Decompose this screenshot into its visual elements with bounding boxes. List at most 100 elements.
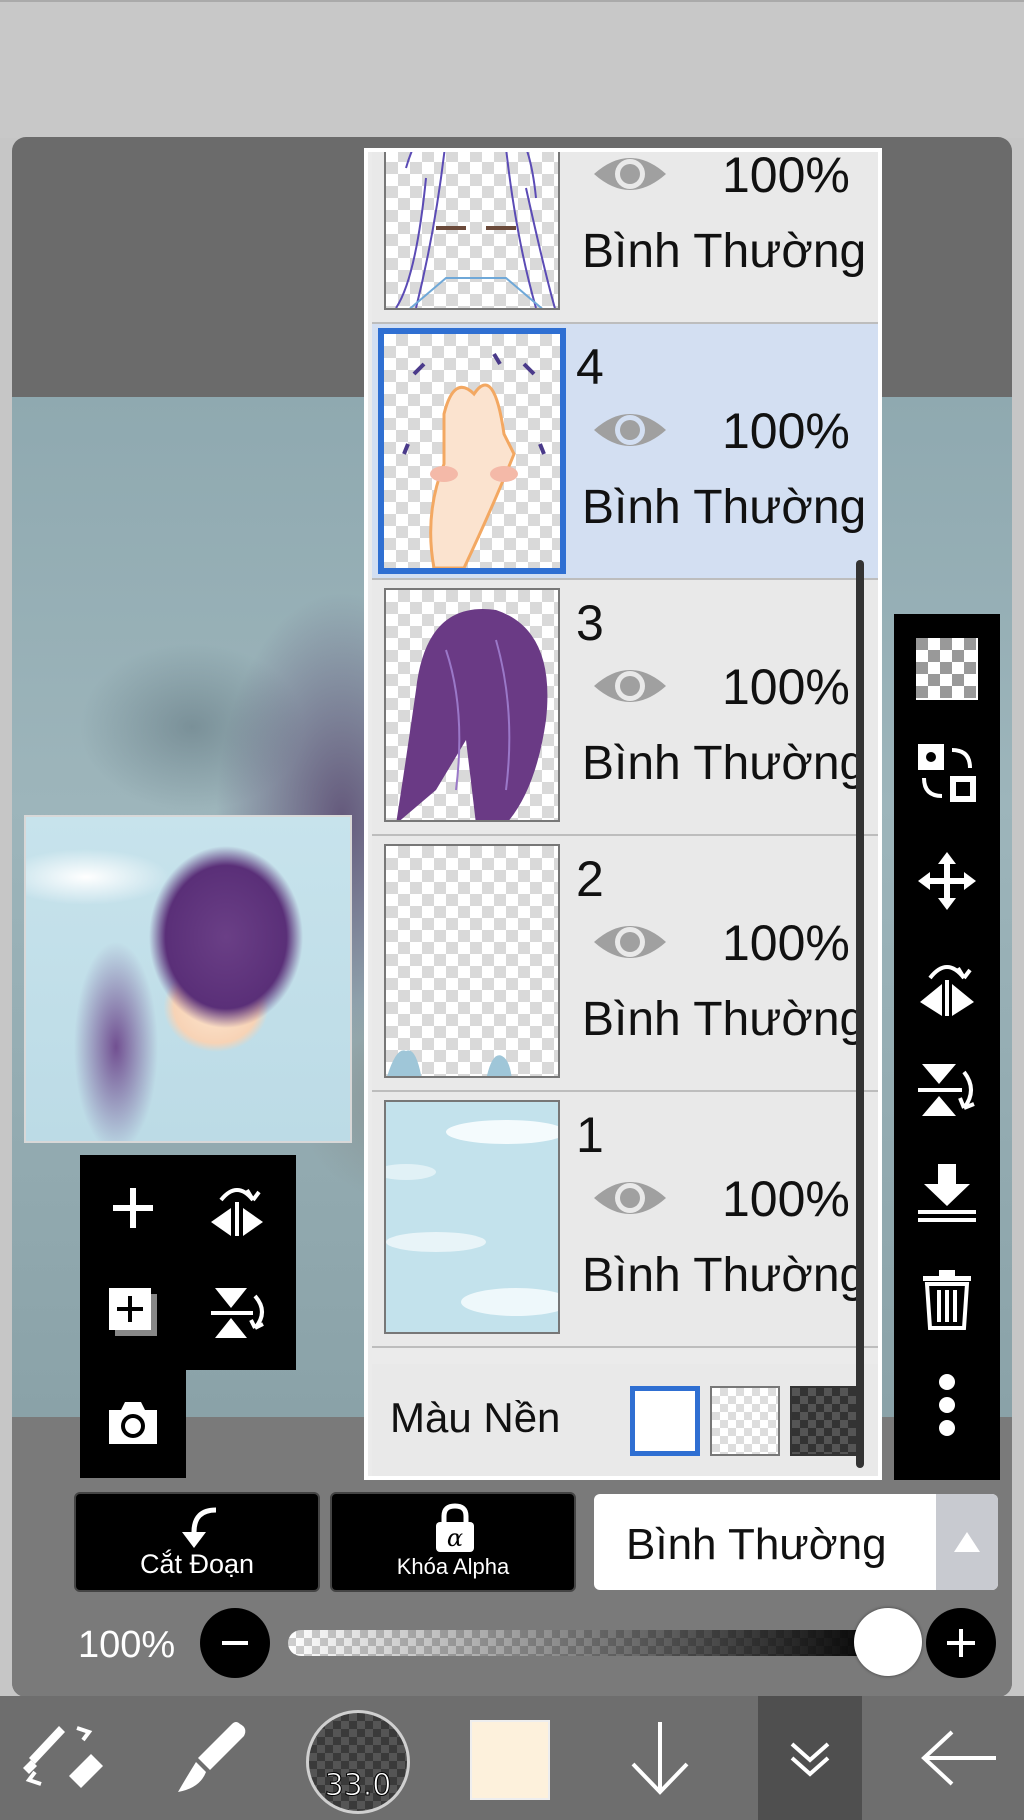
- layer-row[interactable]: 2 100% Bình Thường: [372, 836, 878, 1092]
- transparent-fill-button[interactable]: [902, 624, 992, 714]
- layer-row[interactable]: 100% Bình Thường: [372, 148, 878, 324]
- add-layer-button[interactable]: [88, 1163, 178, 1253]
- brush-size-value: 33.0: [324, 1768, 392, 1804]
- merge-down-icon: [918, 1164, 976, 1222]
- duplicate-layer-icon: [109, 1288, 157, 1336]
- opacity-slider-track[interactable]: [288, 1630, 890, 1656]
- blend-mode-value: Bình Thường: [626, 1520, 887, 1569]
- download-button[interactable]: [600, 1696, 720, 1820]
- layer-row[interactable]: 3 100% Bình Thường: [372, 580, 878, 836]
- more-options-button[interactable]: [902, 1360, 992, 1450]
- brush-size-button[interactable]: 33.0: [306, 1710, 410, 1814]
- layer-thumbnail: [384, 152, 560, 310]
- tool-switch-icon: [23, 1726, 103, 1788]
- layer-blend-mode: Bình Thường: [582, 481, 867, 534]
- alpha-lock-icon: α: [436, 1503, 474, 1552]
- trash-icon: [923, 1270, 971, 1330]
- layer-thumbnail: [384, 588, 560, 822]
- layer-number: 2: [576, 851, 604, 907]
- layer-number: 4: [576, 339, 604, 395]
- layer-opacity: 100%: [722, 1171, 850, 1227]
- plus-icon: [113, 1188, 153, 1228]
- back-arrow-icon: [921, 1730, 996, 1786]
- merge-down-button[interactable]: [902, 1148, 992, 1238]
- delete-layer-button[interactable]: [902, 1254, 992, 1344]
- flip-vertical-button[interactable]: [902, 1044, 992, 1134]
- visibility-eye-icon[interactable]: [592, 918, 668, 966]
- import-photo-button[interactable]: [88, 1378, 178, 1468]
- visibility-eye-icon[interactable]: [592, 1174, 668, 1222]
- flip-layer-vertical-button[interactable]: [192, 1267, 282, 1357]
- background-color-row: Màu Nền: [372, 1364, 878, 1476]
- layer-tools-toolbar: [894, 614, 1000, 1480]
- layer-number: 1: [576, 1107, 604, 1163]
- layer-row[interactable]: 1 100% Bình Thường: [372, 1092, 878, 1348]
- bg-transparent-swatch[interactable]: [710, 1386, 780, 1456]
- clipping-arrow-icon: [182, 1507, 217, 1548]
- camera-icon: [109, 1402, 157, 1444]
- flip-horizontal-icon: [211, 1188, 263, 1236]
- layer-opacity: 100%: [722, 659, 850, 715]
- add-copy-layer-button[interactable]: [88, 1267, 178, 1357]
- flip-vertical-icon: [211, 1288, 264, 1338]
- layer-thumbnail: [384, 844, 560, 1078]
- blend-mode-select[interactable]: Bình Thường: [594, 1494, 998, 1590]
- layer-mini-toolbar: [80, 1155, 296, 1370]
- back-button[interactable]: [900, 1696, 1020, 1820]
- visibility-eye-icon[interactable]: [592, 662, 668, 710]
- top-area: [0, 0, 1024, 138]
- minus-icon: [222, 1641, 248, 1645]
- blend-mode-dropdown-toggle[interactable]: [936, 1494, 998, 1590]
- double-chevron-down-icon: [790, 1742, 830, 1777]
- svg-text:α: α: [447, 1524, 463, 1552]
- canvas-preview-thumbnail: [24, 815, 352, 1143]
- flip-horizontal-icon: [920, 965, 974, 1016]
- background-color-label: Màu Nền: [390, 1394, 561, 1441]
- visibility-eye-icon[interactable]: [592, 150, 668, 198]
- layer-thumbnail: [384, 1100, 560, 1334]
- clipping-button[interactable]: Cắt Đoạn: [74, 1492, 320, 1592]
- swap-layer-button[interactable]: [902, 728, 992, 818]
- layer-opacity: 100%: [722, 915, 850, 971]
- brush-icon: [178, 1722, 246, 1792]
- flip-layer-horizontal-button[interactable]: [192, 1163, 282, 1253]
- plus-icon: [947, 1629, 975, 1657]
- opacity-increase-button[interactable]: [926, 1608, 996, 1678]
- layer-thumbnail: [378, 328, 566, 574]
- brush-tool-button[interactable]: [150, 1696, 270, 1820]
- layer-row-selected[interactable]: 4 100% Bình Thường: [372, 324, 878, 580]
- bottom-toolbar: 33.0: [0, 1696, 1024, 1820]
- flip-vertical-icon: [918, 1064, 975, 1116]
- transparent-checker-icon: [916, 638, 978, 700]
- swap-layers-icon: [918, 744, 976, 802]
- layer-blend-mode: Bình Thường: [582, 225, 867, 278]
- visibility-eye-icon[interactable]: [592, 406, 668, 454]
- clipping-label: Cắt Đoạn: [139, 1549, 255, 1579]
- alpha-lock-label: Khóa Alpha: [396, 1554, 510, 1579]
- layer-blend-mode: Bình Thường: [582, 993, 867, 1046]
- bg-dark-checker-swatch[interactable]: [790, 1386, 860, 1456]
- current-color-swatch[interactable]: [470, 1720, 550, 1800]
- layer-opacity: 100%: [722, 148, 850, 203]
- opacity-decrease-button[interactable]: [200, 1608, 270, 1678]
- move-layer-button[interactable]: [902, 836, 992, 926]
- flip-horizontal-button[interactable]: [902, 940, 992, 1030]
- bg-white-swatch[interactable]: [630, 1386, 700, 1456]
- layer-panel-scrollbar[interactable]: [856, 560, 864, 1468]
- layers-toggle-button[interactable]: [750, 1696, 870, 1820]
- layer-panel: 100% Bình Thường 4 100% Bình Thường 3 10…: [364, 148, 882, 1480]
- more-icon: [939, 1374, 955, 1436]
- triangle-up-icon: [954, 1532, 980, 1552]
- opacity-value: 100%: [78, 1624, 176, 1666]
- top-divider: [0, 0, 1024, 2]
- tool-switch-button[interactable]: [4, 1696, 124, 1820]
- layer-blend-mode: Bình Thường: [582, 737, 867, 790]
- opacity-slider-knob[interactable]: [854, 1608, 922, 1676]
- alpha-lock-button[interactable]: α Khóa Alpha: [330, 1492, 576, 1592]
- layer-blend-mode: Bình Thường: [582, 1249, 867, 1302]
- move-icon: [918, 852, 976, 910]
- layer-opacity: 100%: [722, 403, 850, 459]
- layer-mini-toolbar-lower: [80, 1370, 186, 1478]
- layer-number: 3: [576, 595, 604, 651]
- down-arrow-icon: [631, 1722, 689, 1795]
